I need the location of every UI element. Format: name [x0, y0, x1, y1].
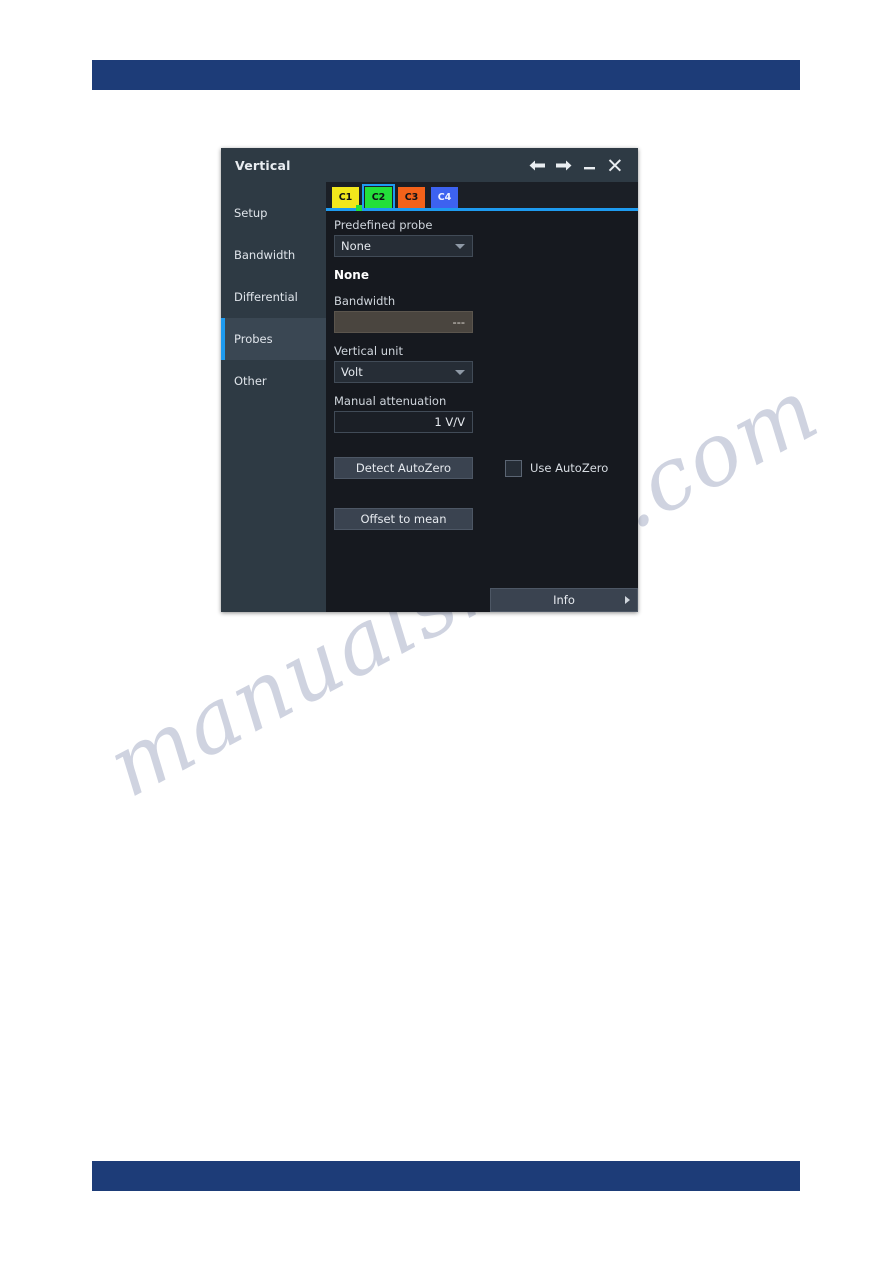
vertical-unit-value: Volt [341, 365, 363, 379]
forward-arrow-icon[interactable] [550, 152, 576, 178]
sidebar-item-label: Bandwidth [234, 248, 296, 262]
use-autozero-checkbox[interactable] [505, 459, 522, 477]
minimize-icon[interactable] [576, 152, 602, 178]
tab-channel-c4[interactable]: C4 [431, 187, 458, 208]
page-footer-band [92, 1161, 800, 1191]
sidebar-item-other[interactable]: Other [221, 360, 326, 402]
tab-channel-c1[interactable]: C1 [332, 187, 362, 211]
vertical-unit-select[interactable]: Volt [334, 361, 473, 383]
bandwidth-value-field: --- [334, 311, 473, 333]
chevron-down-icon [455, 369, 465, 375]
close-icon[interactable] [602, 152, 628, 178]
offset-to-mean-button[interactable]: Offset to mean [334, 508, 473, 530]
tab-channel-label: C2 [371, 192, 386, 203]
tab-channel-label: C3 [404, 192, 419, 203]
offset-row: Offset to mean [334, 508, 628, 530]
caret-right-icon [625, 596, 630, 604]
dialog-content: C1 C2 C3 C4 Predefined probe None None B… [326, 182, 638, 612]
info-button[interactable]: Info [490, 588, 638, 612]
manual-attenuation-input[interactable]: 1 V/V [334, 411, 473, 433]
predefined-probe-label: Predefined probe [334, 218, 433, 232]
manual-attenuation-value: 1 V/V [434, 415, 465, 429]
page-header-band [92, 60, 800, 90]
dialog-title: Vertical [235, 157, 291, 173]
probe-name-value: None [334, 268, 369, 282]
probes-form: Predefined probe None None Bandwidth ---… [326, 211, 638, 612]
tab-channel-label: C4 [437, 192, 452, 203]
use-autozero-label: Use AutoZero [530, 461, 609, 475]
autozero-row: Detect AutoZero Use AutoZero [334, 457, 628, 479]
vertical-settings-dialog: Vertical Setup Bandwidth Differential Pr… [221, 148, 638, 612]
dialog-sidebar: Setup Bandwidth Differential Probes Othe… [221, 182, 326, 612]
tab-channel-label: C1 [338, 192, 353, 203]
back-arrow-icon[interactable] [524, 152, 550, 178]
sidebar-item-differential[interactable]: Differential [221, 276, 326, 318]
detect-autozero-button[interactable]: Detect AutoZero [334, 457, 473, 479]
sidebar-item-label: Setup [234, 206, 268, 220]
info-label: Info [553, 593, 575, 607]
sidebar-item-probes[interactable]: Probes [221, 318, 326, 360]
sidebar-item-setup[interactable]: Setup [221, 192, 326, 234]
manual-attenuation-label: Manual attenuation [334, 394, 447, 408]
chevron-down-icon [455, 243, 465, 249]
offset-to-mean-label: Offset to mean [360, 512, 447, 526]
bandwidth-value: --- [452, 315, 465, 329]
sidebar-item-label: Probes [234, 332, 273, 346]
tab-channel-c3[interactable]: C3 [398, 187, 425, 208]
tab-channel-c2[interactable]: C2 [362, 184, 395, 211]
predefined-probe-value: None [341, 239, 372, 253]
channel-tabstrip: C1 C2 C3 C4 [326, 182, 638, 211]
predefined-probe-select[interactable]: None [334, 235, 473, 257]
vertical-unit-label: Vertical unit [334, 344, 403, 358]
sidebar-item-label: Differential [234, 290, 298, 304]
detect-autozero-label: Detect AutoZero [355, 461, 452, 475]
sidebar-item-label: Other [234, 374, 267, 388]
dialog-titlebar: Vertical [221, 148, 638, 182]
sidebar-item-bandwidth[interactable]: Bandwidth [221, 234, 326, 276]
dialog-body: Setup Bandwidth Differential Probes Othe… [221, 182, 638, 612]
bandwidth-label: Bandwidth [334, 294, 396, 308]
